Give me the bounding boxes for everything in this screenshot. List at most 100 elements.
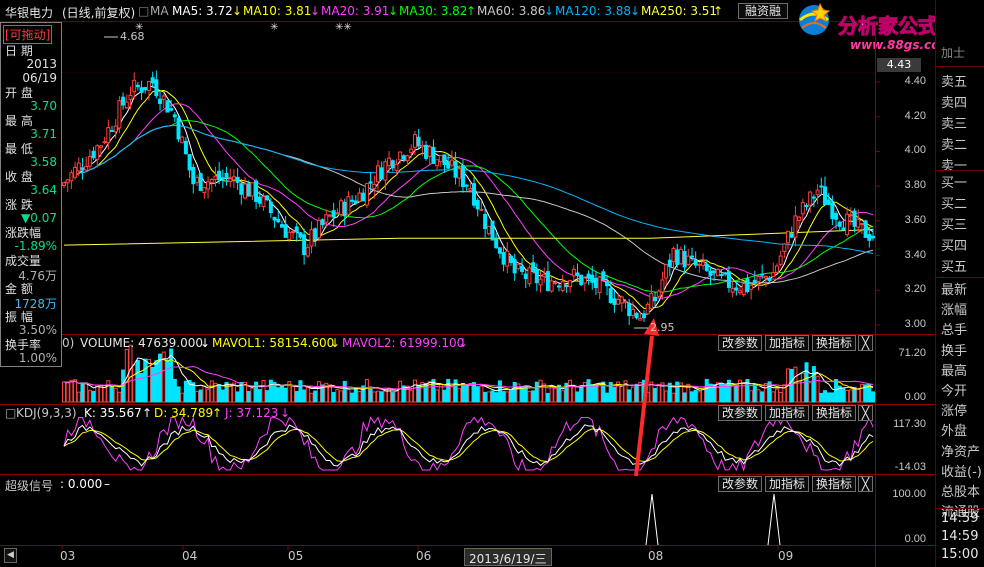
volume-bar (830, 392, 835, 403)
up-arrow-icon: ↑ (142, 406, 153, 420)
kdj-swap-indicator-button[interactable]: 换指标 (812, 405, 856, 421)
volume-bar (180, 392, 185, 403)
candle-body (782, 243, 787, 252)
volume-bar (383, 390, 388, 403)
volume-add-indicator-button[interactable]: 加指标 (765, 335, 809, 351)
volume-bar (202, 385, 207, 403)
kdj-j-readout: J: 37.123 (225, 406, 279, 420)
candle-body (608, 288, 613, 304)
candle-body (239, 183, 244, 195)
volume-bar (871, 391, 875, 403)
candle-body (243, 183, 248, 199)
volume-bar (268, 379, 273, 403)
candle-body (704, 263, 709, 271)
volume-bar (523, 385, 528, 403)
sell-level-label: 卖二 (941, 138, 968, 153)
tick-time: 14:59 (941, 511, 979, 526)
kdj-close-button[interactable]: ╳ (858, 405, 873, 421)
candle-body (845, 213, 850, 236)
candle-body (689, 255, 694, 258)
candle-body (231, 176, 236, 181)
signal-close-button[interactable]: ╳ (858, 476, 873, 492)
kdj-axis-bottom: -14.03 (894, 461, 926, 473)
ma10-line (63, 89, 874, 310)
volume-params-button[interactable]: 改参数 (718, 335, 762, 351)
candle-body (771, 272, 776, 277)
candle-body (475, 199, 480, 210)
signal-swap-indicator-button[interactable]: 换指标 (812, 476, 856, 492)
signal-panel-title: 超级信号 (5, 479, 54, 493)
candle-body (124, 101, 129, 109)
sell-level-label: 卖四 (941, 96, 968, 111)
volume-bar (106, 380, 111, 403)
signal-params-button[interactable]: 改参数 (718, 476, 762, 492)
kdj-params-button[interactable]: 改参数 (718, 405, 762, 421)
scroll-left-icon[interactable]: ◀ (4, 548, 17, 563)
volume-bar (364, 379, 369, 403)
candle-body (630, 308, 635, 316)
volume-bar (305, 386, 310, 403)
close-value: 3.64 (30, 183, 57, 197)
candle-body (483, 213, 488, 229)
candle-body (209, 178, 214, 184)
volume-bar (335, 389, 340, 403)
candle-body (538, 278, 543, 286)
candle-body (398, 151, 403, 161)
volume-bar (113, 387, 118, 403)
candle-body (213, 175, 218, 180)
candle-body (69, 172, 74, 182)
volume-bar (822, 390, 827, 403)
tick-time: 14:59 (941, 529, 979, 544)
x-label: 06 (416, 549, 432, 563)
volume-bar (357, 390, 362, 403)
candle-body (701, 261, 706, 266)
moving-average-lines (63, 85, 874, 317)
volume-bar (265, 390, 270, 403)
signal-add-indicator-button[interactable]: 加指标 (765, 476, 809, 492)
candle-body (409, 148, 414, 153)
volume-swap-indicator-button[interactable]: 换指标 (812, 335, 856, 351)
volume-bar (527, 391, 532, 403)
candle-body (305, 246, 310, 257)
price-axis-label: 3.00 (904, 318, 926, 330)
high-label: 最 高 (5, 114, 33, 128)
date-md: 06/19 (22, 71, 57, 85)
candle-body (472, 183, 477, 206)
candle-body (460, 165, 465, 188)
down-arrow-icon: ↓ (280, 406, 291, 420)
down-arrow-icon: ↓ (330, 336, 341, 350)
candle-body (128, 94, 133, 100)
candle-body (557, 285, 562, 288)
volume-bar (150, 366, 155, 403)
candle-body (734, 287, 739, 291)
settings-square-icon[interactable]: □ (5, 406, 16, 420)
kdj-line (63, 428, 874, 462)
pct-value: -1.89% (14, 239, 57, 253)
volume-bar (246, 391, 251, 403)
candle-body (65, 179, 70, 184)
down-arrow-icon: ↓ (200, 336, 211, 350)
quote-stat-label: 最高 (941, 363, 968, 379)
volume-bar (475, 386, 480, 403)
candle-body (826, 199, 831, 205)
price-axis-label: 4.20 (904, 109, 926, 122)
data-window[interactable]: [可拖动] 日 期 2013 06/19 开 盘 3.70 最 高 3.71 最… (0, 22, 62, 367)
candle-body (531, 262, 536, 273)
kdj-add-indicator-button[interactable]: 加指标 (765, 405, 809, 421)
kdj-line (63, 424, 874, 467)
candle-body (634, 312, 639, 319)
volume-bar (826, 392, 831, 403)
candle-body (117, 100, 122, 129)
volume-bar (845, 389, 850, 403)
candle-body (497, 247, 502, 254)
volume-bar (749, 390, 754, 403)
volume-close-button[interactable]: ╳ (858, 335, 873, 351)
quote-stat-label: 最新 (941, 283, 968, 298)
candle-body (272, 216, 277, 221)
candle-body (339, 200, 344, 215)
candle-body (859, 223, 864, 226)
volume-bar (763, 383, 768, 403)
candle-body (682, 251, 687, 268)
candle-body (804, 204, 809, 207)
quote-stat-label: 收益(-) (941, 464, 982, 480)
